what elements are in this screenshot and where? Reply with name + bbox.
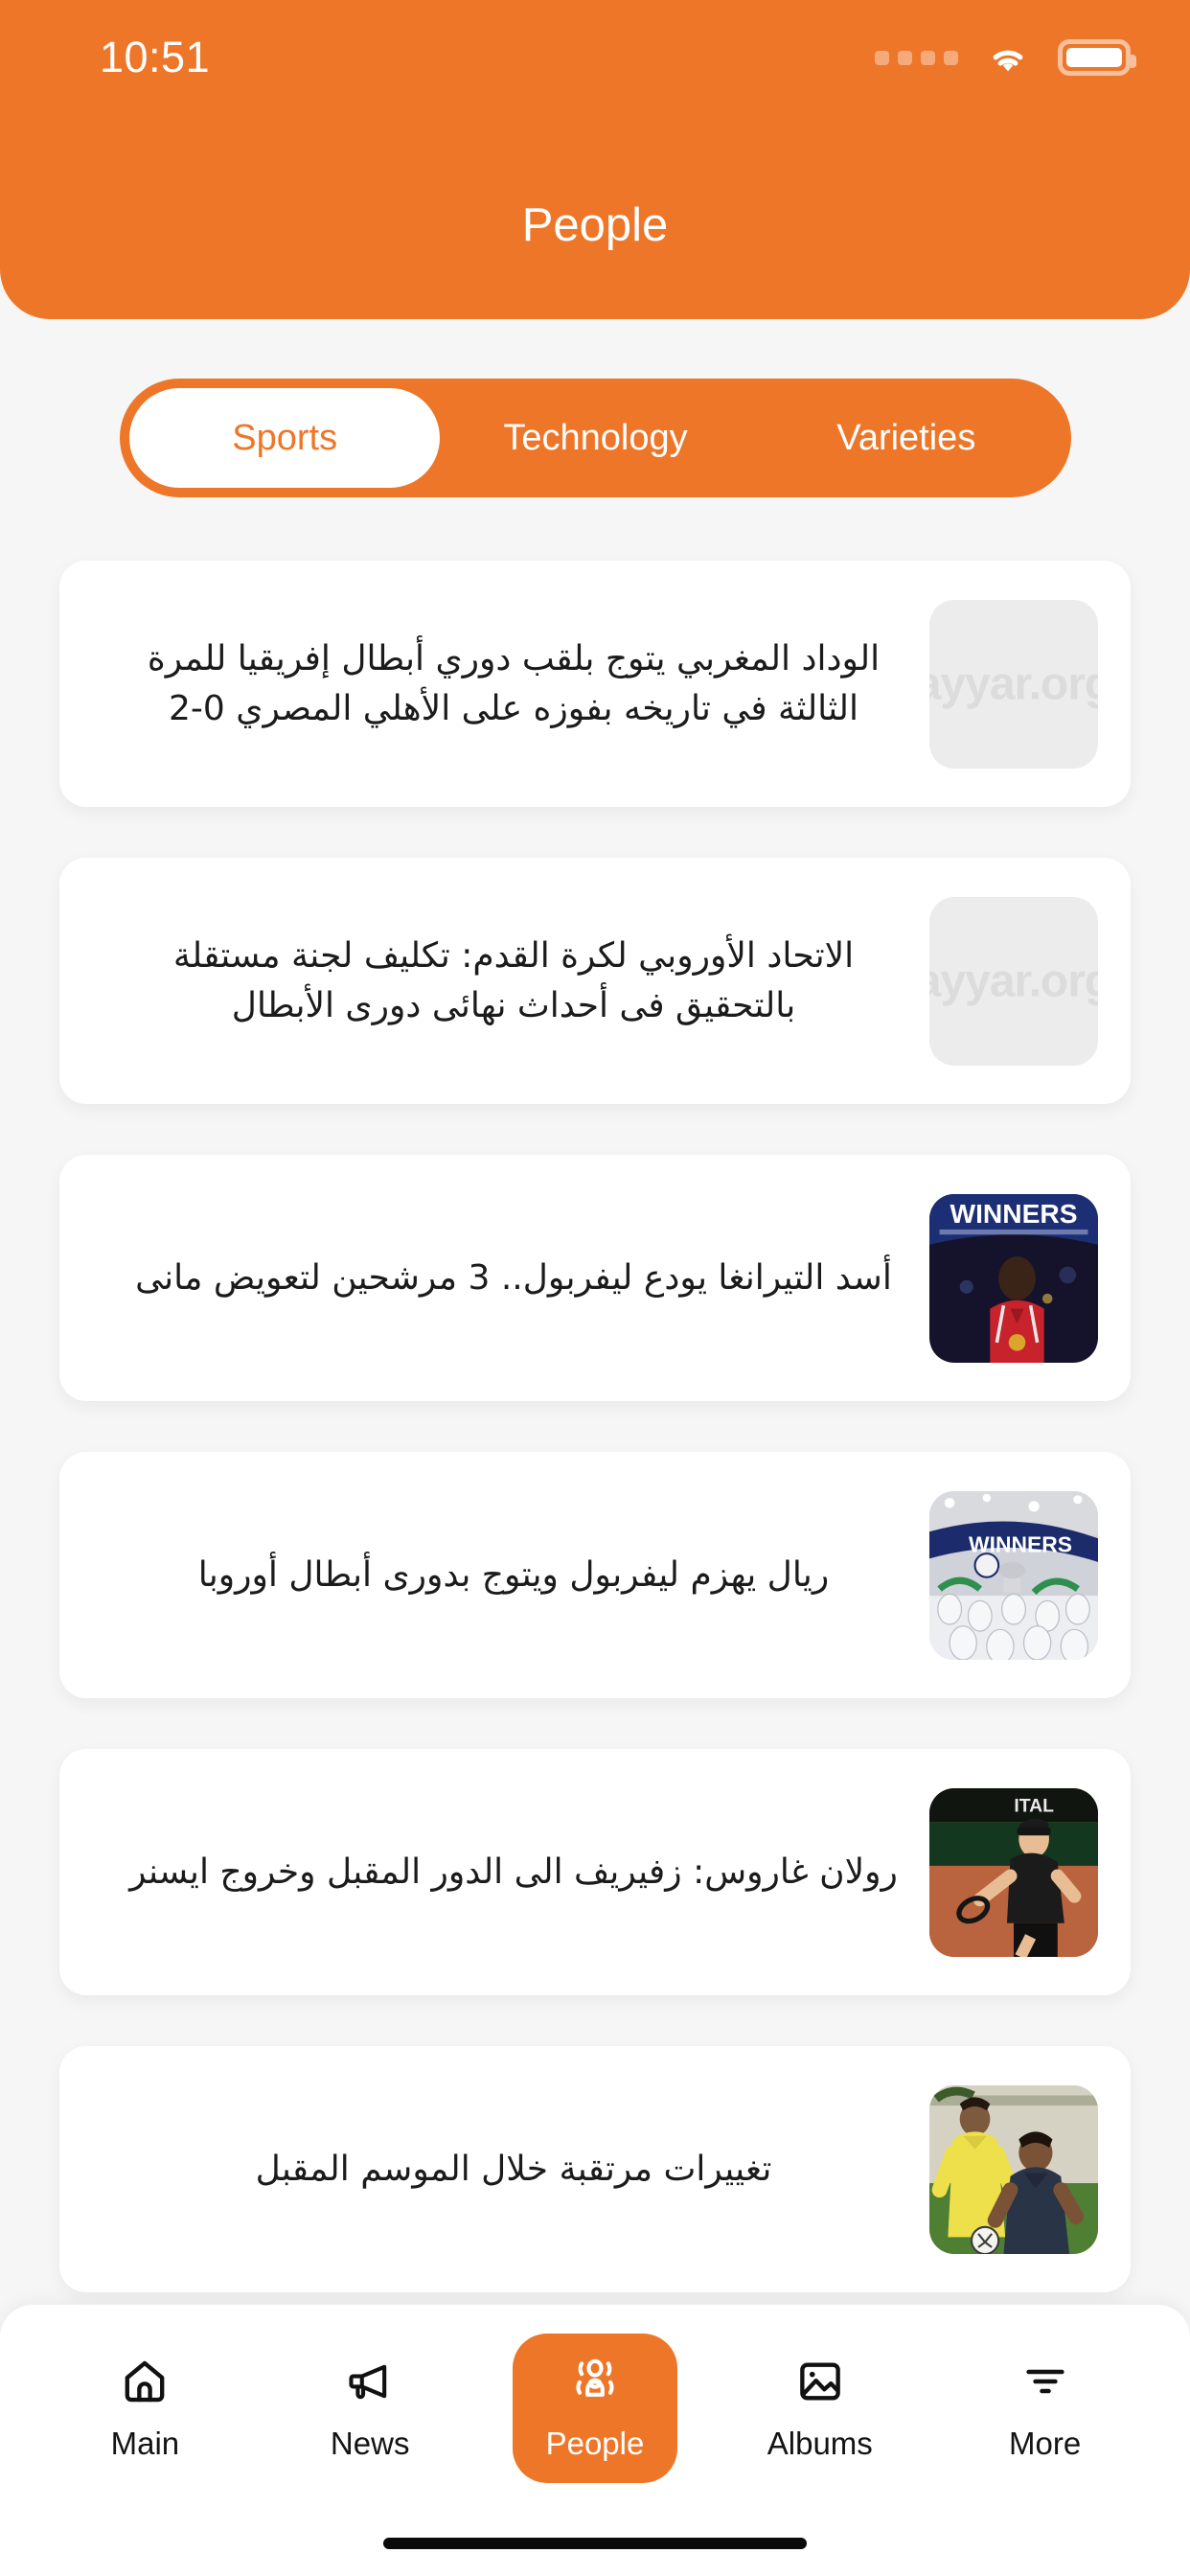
news-headline: رولان غاروس: زفيريف الى الدور المقبل وخر… bbox=[129, 1852, 898, 1892]
nav-item-news[interactable]: News bbox=[287, 2334, 452, 2483]
news-card[interactable]: تغييرات مرتقبة خلال الموسم المقبل bbox=[59, 2046, 1131, 2292]
status-bar: 10:51 bbox=[0, 0, 1190, 115]
nav-item-more[interactable]: More bbox=[963, 2334, 1128, 2483]
news-card[interactable]: ayyar.org الاتحاد الأوروبي لكرة القدم: ت… bbox=[59, 858, 1131, 1104]
category-tabs: Sports Technology Varieties bbox=[120, 379, 1071, 497]
news-thumbnail-photo: WINNERS bbox=[929, 1193, 1098, 1363]
home-indicator[interactable] bbox=[383, 2538, 807, 2549]
news-card[interactable]: WINNERS أسد التيرانغا يودع ليفربول.. 3 م… bbox=[59, 1155, 1131, 1401]
wifi-icon bbox=[993, 50, 1023, 72]
bottom-navigation: Main News People Albums More bbox=[0, 2305, 1190, 2576]
news-headline: تغييرات مرتقبة خلال الموسم المقبل bbox=[255, 2149, 772, 2189]
news-headline: الاتحاد الأوروبي لكرة القدم: تكليف لجنة … bbox=[172, 936, 855, 1025]
news-card[interactable]: WINNERS ريال يهزم ليفربول ويتوج بدورى أب… bbox=[59, 1452, 1131, 1698]
tab-sports[interactable]: Sports bbox=[129, 388, 441, 488]
news-card[interactable]: ayyar.org الوداد المغربي يتوج بلقب دوري … bbox=[59, 561, 1131, 807]
tab-technology[interactable]: Technology bbox=[440, 388, 750, 488]
photo-tennis-zverev: ITAL bbox=[929, 1787, 1098, 1957]
app-header: 10:51 People bbox=[0, 0, 1190, 319]
news-thumbnail-photo: WINNERS bbox=[929, 1490, 1098, 1660]
news-headline: أسد التيرانغا يودع ليفربول.. 3 مرشحين لت… bbox=[135, 1257, 892, 1298]
home-icon bbox=[126, 2360, 165, 2403]
app-screen: 10:51 People Sports Technology Varieties bbox=[0, 0, 1190, 2576]
nav-label-people: People bbox=[545, 2426, 645, 2461]
placeholder-watermark-text: ayyar.org bbox=[929, 658, 1098, 709]
status-time: 10:51 bbox=[100, 33, 211, 81]
megaphone-icon bbox=[349, 2364, 387, 2400]
tab-varieties[interactable]: Varieties bbox=[751, 388, 1062, 488]
nav-item-people[interactable]: People bbox=[512, 2334, 677, 2483]
news-headline: الوداد المغربي يتوج بلقب دوري أبطال إفري… bbox=[147, 639, 881, 728]
status-indicators bbox=[875, 38, 1136, 77]
placeholder-watermark-text: ayyar.org bbox=[929, 955, 1098, 1006]
news-thumbnail-photo bbox=[929, 2084, 1098, 2254]
image-icon bbox=[799, 2362, 840, 2401]
people-icon bbox=[576, 2358, 614, 2397]
news-feed: ayyar.org الوداد المغربي يتوج بلقب دوري … bbox=[0, 561, 1190, 2343]
photo-mane-winners: WINNERS bbox=[929, 1193, 1098, 1363]
photo-real-madrid-winners: WINNERS bbox=[929, 1490, 1098, 1660]
svg-text:ITAL: ITAL bbox=[1014, 1795, 1054, 1816]
filter-icon bbox=[1025, 2369, 1064, 2394]
signal-dots-icon bbox=[875, 50, 958, 65]
nav-item-albums[interactable]: Albums bbox=[738, 2334, 903, 2483]
nav-label-main: Main bbox=[110, 2426, 180, 2461]
nav-item-main[interactable]: Main bbox=[62, 2334, 227, 2483]
nav-label-more: More bbox=[1008, 2426, 1082, 2461]
news-thumbnail-placeholder: ayyar.org bbox=[929, 896, 1098, 1066]
news-card[interactable]: ITAL رولان غاروس: زفيريف الى الدور المقب… bbox=[59, 1749, 1131, 1995]
news-thumbnail-photo: ITAL bbox=[929, 1787, 1098, 1957]
nav-label-albums: Albums bbox=[767, 2426, 873, 2461]
photo-football-players bbox=[929, 2084, 1098, 2254]
page-title: People bbox=[521, 199, 669, 251]
svg-text:WINNERS: WINNERS bbox=[950, 1198, 1078, 1228]
news-thumbnail-placeholder: ayyar.org bbox=[929, 599, 1098, 769]
news-headline: ريال يهزم ليفربول ويتوج بدورى أبطال أورو… bbox=[197, 1554, 830, 1595]
nav-label-news: News bbox=[330, 2426, 410, 2461]
battery-icon bbox=[1058, 39, 1136, 76]
